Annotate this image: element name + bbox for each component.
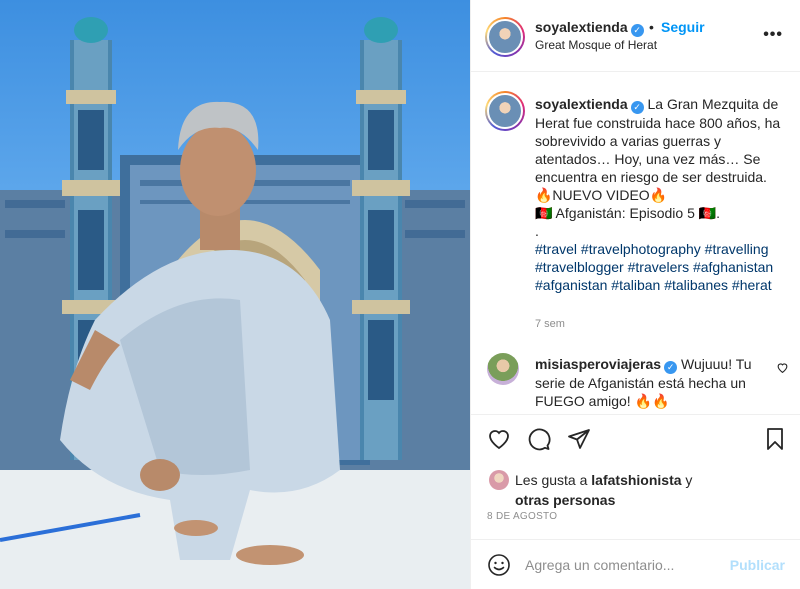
emoji-icon[interactable] <box>487 553 511 577</box>
publish-button[interactable]: Publicar <box>730 557 785 573</box>
verified-badge-icon: ✓ <box>664 361 678 374</box>
likes-others-link[interactable]: otras personas <box>515 492 615 508</box>
post-caption: soyalextienda ✓ La Gran Mezquita de Herat… <box>535 95 790 294</box>
caption-episode: 🇦🇫 Afganistán: Episodio 5 🇦🇫. <box>535 205 721 221</box>
location-link[interactable]: Great Mosque of Herat <box>535 38 657 52</box>
verified-badge-icon: ✓ <box>630 101 644 114</box>
likes-summary: Les gusta a lafatshionista y otras perso… <box>515 470 785 510</box>
mosque-photo-illustration <box>0 17 470 589</box>
comment-input[interactable] <box>525 554 725 576</box>
author-username[interactable]: soyalextienda ✓ <box>535 19 644 37</box>
more-options-icon[interactable]: ••• <box>763 26 783 44</box>
liker-username[interactable]: lafatshionista <box>591 472 681 488</box>
heart-icon[interactable] <box>487 427 511 451</box>
caption-timestamp[interactable]: 7 sem <box>535 318 565 330</box>
post-side-panel: soyalextienda ✓ • Seguir Great Mosque of … <box>470 0 800 589</box>
post-actions: Les gusta a lafatshionista y otras perso… <box>471 414 800 539</box>
commenter-avatar[interactable] <box>487 353 519 385</box>
author-username-text[interactable]: soyalextienda <box>535 19 628 35</box>
verified-badge-icon: ✓ <box>630 24 644 37</box>
save-icon[interactable] <box>763 427 787 451</box>
post-date[interactable]: 8 DE AGOSTO <box>487 511 557 522</box>
follow-button[interactable]: Seguir <box>661 19 705 35</box>
comment-like-heart-icon[interactable] <box>776 361 789 374</box>
separator-dot: • <box>649 19 654 35</box>
share-icon[interactable] <box>567 427 591 451</box>
post-photo[interactable] <box>0 0 470 589</box>
caption-author-avatar[interactable] <box>485 91 525 131</box>
author-avatar[interactable] <box>485 17 525 57</box>
liker-avatar[interactable] <box>489 470 509 490</box>
caption-hashtags[interactable]: #travel #travelphotography #travelling #… <box>535 241 773 293</box>
comments-section[interactable]: soyalextienda ✓ La Gran Mezquita de Herat… <box>471 73 800 413</box>
likes-prefix: Les gusta a <box>515 472 588 488</box>
caption-dot: . <box>535 223 539 239</box>
comment-item: misiasperoviajeras ✓ Wujuuu! Tu serie de … <box>535 355 765 410</box>
likes-conjunction: y <box>685 472 693 488</box>
caption-new-video: 🔥NUEVO VIDEO🔥 <box>535 187 668 203</box>
comment-composer: Publicar <box>471 539 800 589</box>
commenter-username[interactable]: misiasperoviajeras <box>535 356 661 372</box>
caption-username[interactable]: soyalextienda <box>535 96 628 112</box>
comment-icon[interactable] <box>527 427 551 451</box>
post-header: soyalextienda ✓ • Seguir Great Mosque of … <box>471 0 800 72</box>
